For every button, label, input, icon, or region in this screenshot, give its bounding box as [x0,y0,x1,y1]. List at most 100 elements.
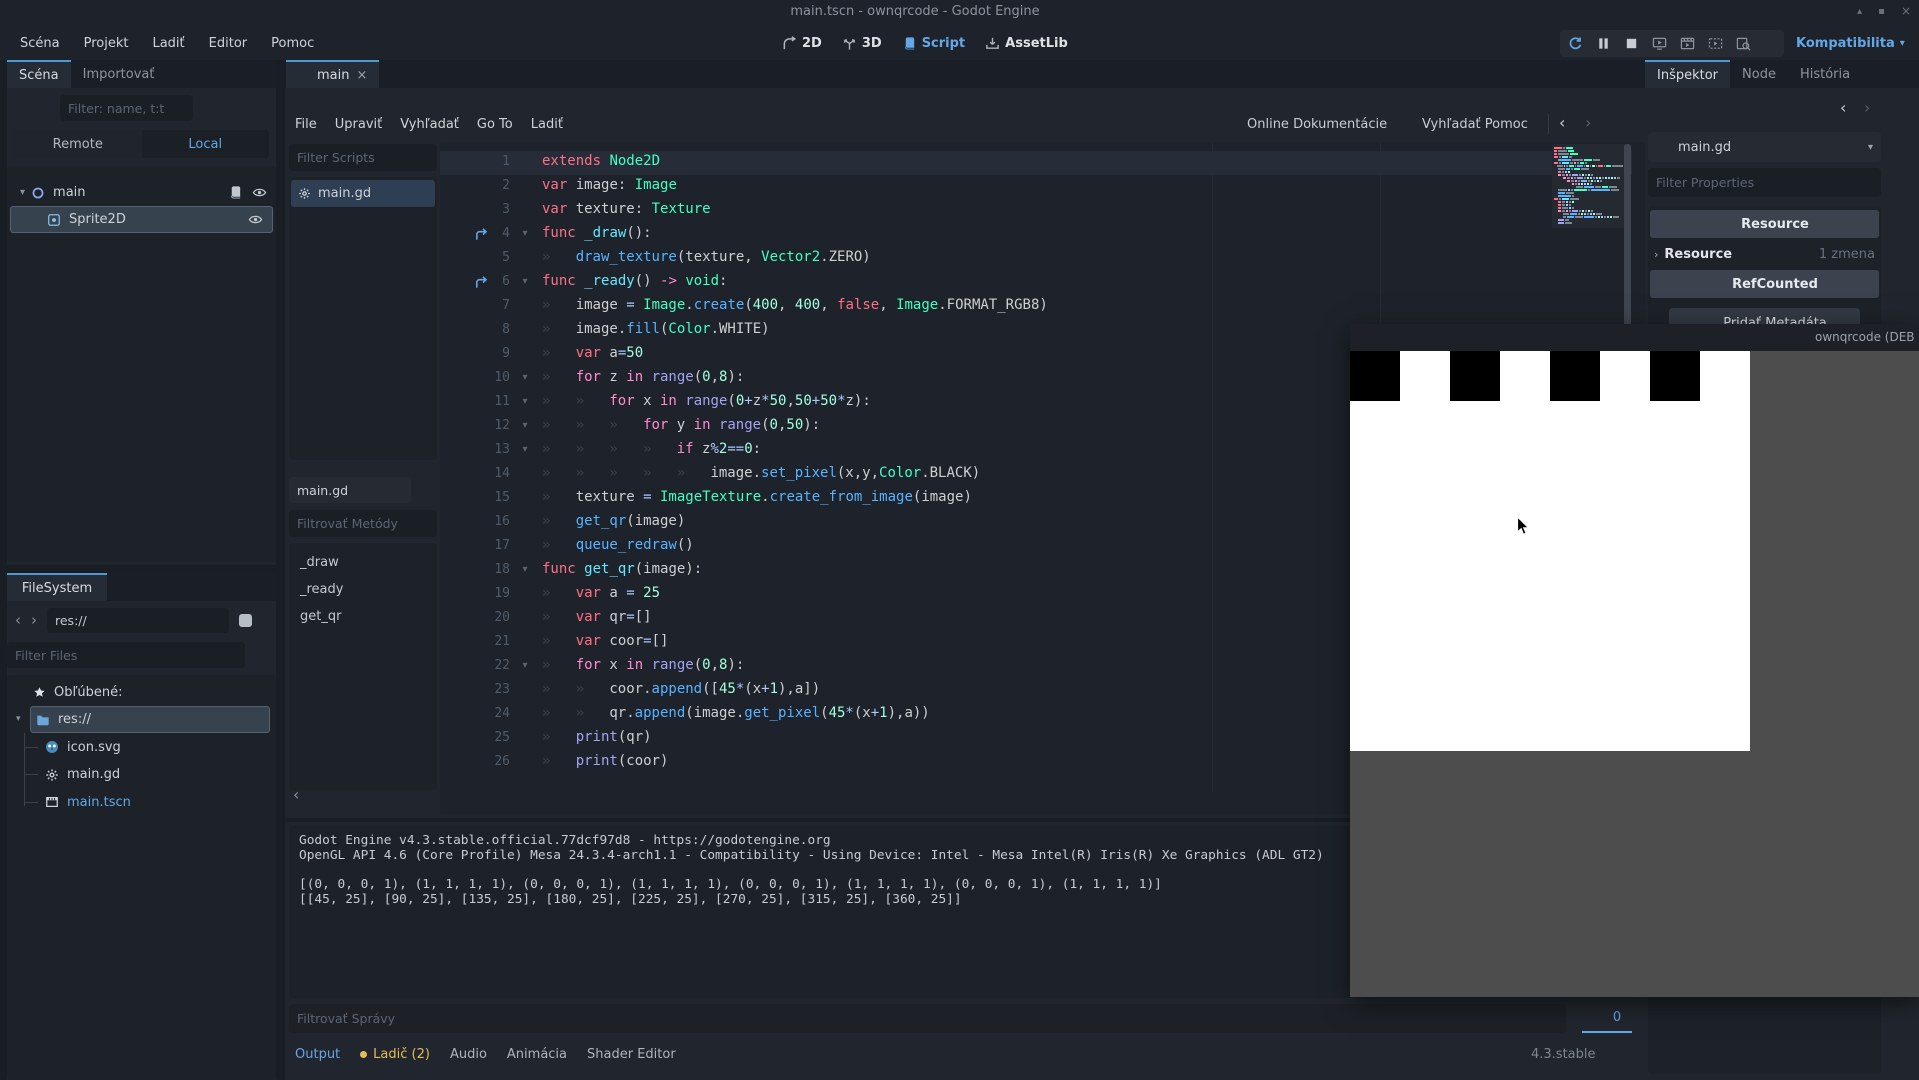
fs-back-button[interactable]: ‹ [15,611,21,629]
fold-icon[interactable]: ▾ [516,564,534,575]
load-resource-icon[interactable] [1682,101,1699,118]
fold-icon[interactable]: ▾ [516,444,534,455]
fs-item-main.gd[interactable]: main.gd [7,761,276,788]
script-item-main.gd[interactable]: main.gd [291,180,435,207]
renderer-select[interactable]: Kompatibilita ▾ [1796,27,1905,60]
bottom-tab-ladi-2-[interactable]: Ladič (2) [360,1047,430,1062]
run-project-button-icon[interactable] [1652,36,1667,51]
fs-path-input[interactable] [47,608,229,633]
workspace-script[interactable]: Script [902,36,965,51]
window-close-icon[interactable]: × [1901,4,1911,18]
run-custom-scene-button-icon[interactable] [1708,36,1723,51]
script-menu-go-to[interactable]: Go To [471,115,519,134]
script-forward-button[interactable]: › [1585,113,1591,132]
script-menu-vyhľadať[interactable]: Vyhľadať [394,115,465,134]
bottom-tab-audio[interactable]: Audio [450,1047,487,1062]
fold-icon[interactable]: ▾ [516,372,534,383]
fold-icon[interactable]: ▾ [516,396,534,407]
tab-importovať[interactable]: Importovať [71,60,167,88]
fs-forward-button[interactable]: › [31,611,37,629]
filter-methods-input[interactable] [289,510,437,537]
script-menu-upraviť[interactable]: Upraviť [329,115,388,134]
run-scene-button-icon[interactable] [1680,36,1695,51]
tab-node[interactable]: Node [1730,60,1788,88]
code-line-2[interactable]: 2var image: Image [440,175,1632,199]
search-help-button[interactable]: Vyhľadať Pomoc [1403,108,1528,140]
fs-split-mode-icon[interactable] [239,614,252,627]
collapse-icon[interactable]: ▾ [16,714,21,724]
history-icon[interactable] [1890,100,1906,116]
tab-filesystem[interactable]: FileSystem [7,573,107,601]
new-tab-button[interactable] [393,67,406,80]
method-item-_ready[interactable]: _ready [300,576,430,603]
edited-object-selector[interactable]: main.gd ▾ [1648,132,1881,162]
add-node-button[interactable] [13,101,28,116]
filter-scripts-input[interactable] [289,144,437,171]
game-window-titlebar[interactable]: ownqrcode (DEB [1350,324,1919,351]
distraction-free-icon[interactable] [1619,66,1634,81]
window-maximize-icon[interactable]: ▪ [1878,6,1885,17]
category-refcounted[interactable]: RefCounted [1650,270,1879,298]
notifications-icon[interactable] [1507,1047,1521,1061]
code-line-7[interactable]: 7»image = Image.create(400, 400, false, … [440,295,1632,319]
collapse-icon[interactable]: ▾ [20,187,25,198]
menu-editor[interactable]: Editor [203,34,253,53]
code-line-6[interactable]: 6▾func _ready() -> void: [440,271,1632,295]
script-menu-ladiť[interactable]: Ladiť [525,115,569,134]
expand-bottom-panel-icon[interactable] [1606,1047,1621,1062]
code-line-3[interactable]: 3var texture: Texture [440,199,1632,223]
code-line-4[interactable]: 4▾func _draw(): [440,223,1632,247]
tab-história[interactable]: História [1788,60,1862,88]
script-menu-file[interactable]: File [289,115,323,134]
section-resource[interactable]: › Resource 1 zmena [1654,240,1875,268]
dock-menu-icon[interactable] [1901,67,1915,81]
attach-script-button[interactable] [201,100,218,117]
category-resource[interactable]: Resource [1650,210,1879,238]
fold-icon[interactable]: ▾ [516,660,534,671]
scene-tree-menu-icon[interactable] [226,101,240,115]
segment-remote[interactable]: Remote [14,130,142,158]
scene-node-main[interactable]: ▾main [7,179,276,206]
code-minimap[interactable] [1552,144,1626,228]
segment-local[interactable]: Local [142,130,270,158]
filter-messages-input[interactable] [289,1004,1566,1033]
stop-game-button-icon[interactable] [1624,36,1639,51]
tab-inšpektor[interactable]: Inšpektor [1645,60,1730,88]
fs-item-icon.svg[interactable]: icon.svg [7,734,276,761]
visibility-icon[interactable] [248,212,263,227]
code-line-5[interactable]: 5»draw_texture(texture, Vector2.ZERO) [440,247,1632,271]
workspace-3d[interactable]: 3D [842,36,882,51]
visibility-icon[interactable] [252,185,267,200]
message-count-toggle[interactable]: 0 [1582,1004,1632,1033]
tab-scéna[interactable]: Scéna [7,60,71,88]
inspector-forward-button[interactable]: › [1864,98,1870,117]
pause-game-button-icon[interactable] [1596,36,1611,51]
property-tools-icon[interactable] [1892,175,1908,191]
fold-icon[interactable]: ▾ [516,420,534,431]
inspector-back-button[interactable]: ‹ [1840,98,1846,117]
fs-filter-input[interactable] [7,642,245,668]
fs-item-main.tscn[interactable]: main.tscn [7,789,276,816]
tab-close-icon[interactable]: × [356,68,367,83]
online-docs-button[interactable]: Online Dokumentácie [1227,108,1387,140]
tab-main-scene[interactable]: main × [286,60,379,88]
bottom-tab-shader-editor[interactable]: Shader Editor [587,1047,676,1062]
bottom-tab-anim-cia[interactable]: Animácia [507,1047,567,1062]
dock-menu-icon[interactable] [257,580,271,594]
menu-ladiť[interactable]: Ladiť [146,34,190,53]
script-name-field[interactable] [289,477,411,503]
code-line-1[interactable]: 1extends Node2D [440,151,1632,175]
menu-scéna[interactable]: Scéna [14,34,66,53]
menu-projekt[interactable]: Projekt [78,34,135,53]
make-floating-icon[interactable] [1618,115,1634,131]
collapse-scripts-panel-icon[interactable]: ‹ [293,785,299,804]
movie-mode-button-icon[interactable] [1736,36,1751,51]
fs-favorites[interactable]: Obľúbené: [7,679,276,706]
workspace-2d[interactable]: 2D [782,36,822,51]
window-shade-icon[interactable]: ▴ [1857,6,1862,17]
sort-methods-icon[interactable] [418,482,433,497]
restart-game-button-icon[interactable] [1568,36,1583,51]
resource-menu-icon[interactable] [1743,102,1757,116]
menu-pomoc[interactable]: Pomoc [265,34,320,53]
workspace-assetlib[interactable]: AssetLib [985,36,1068,51]
